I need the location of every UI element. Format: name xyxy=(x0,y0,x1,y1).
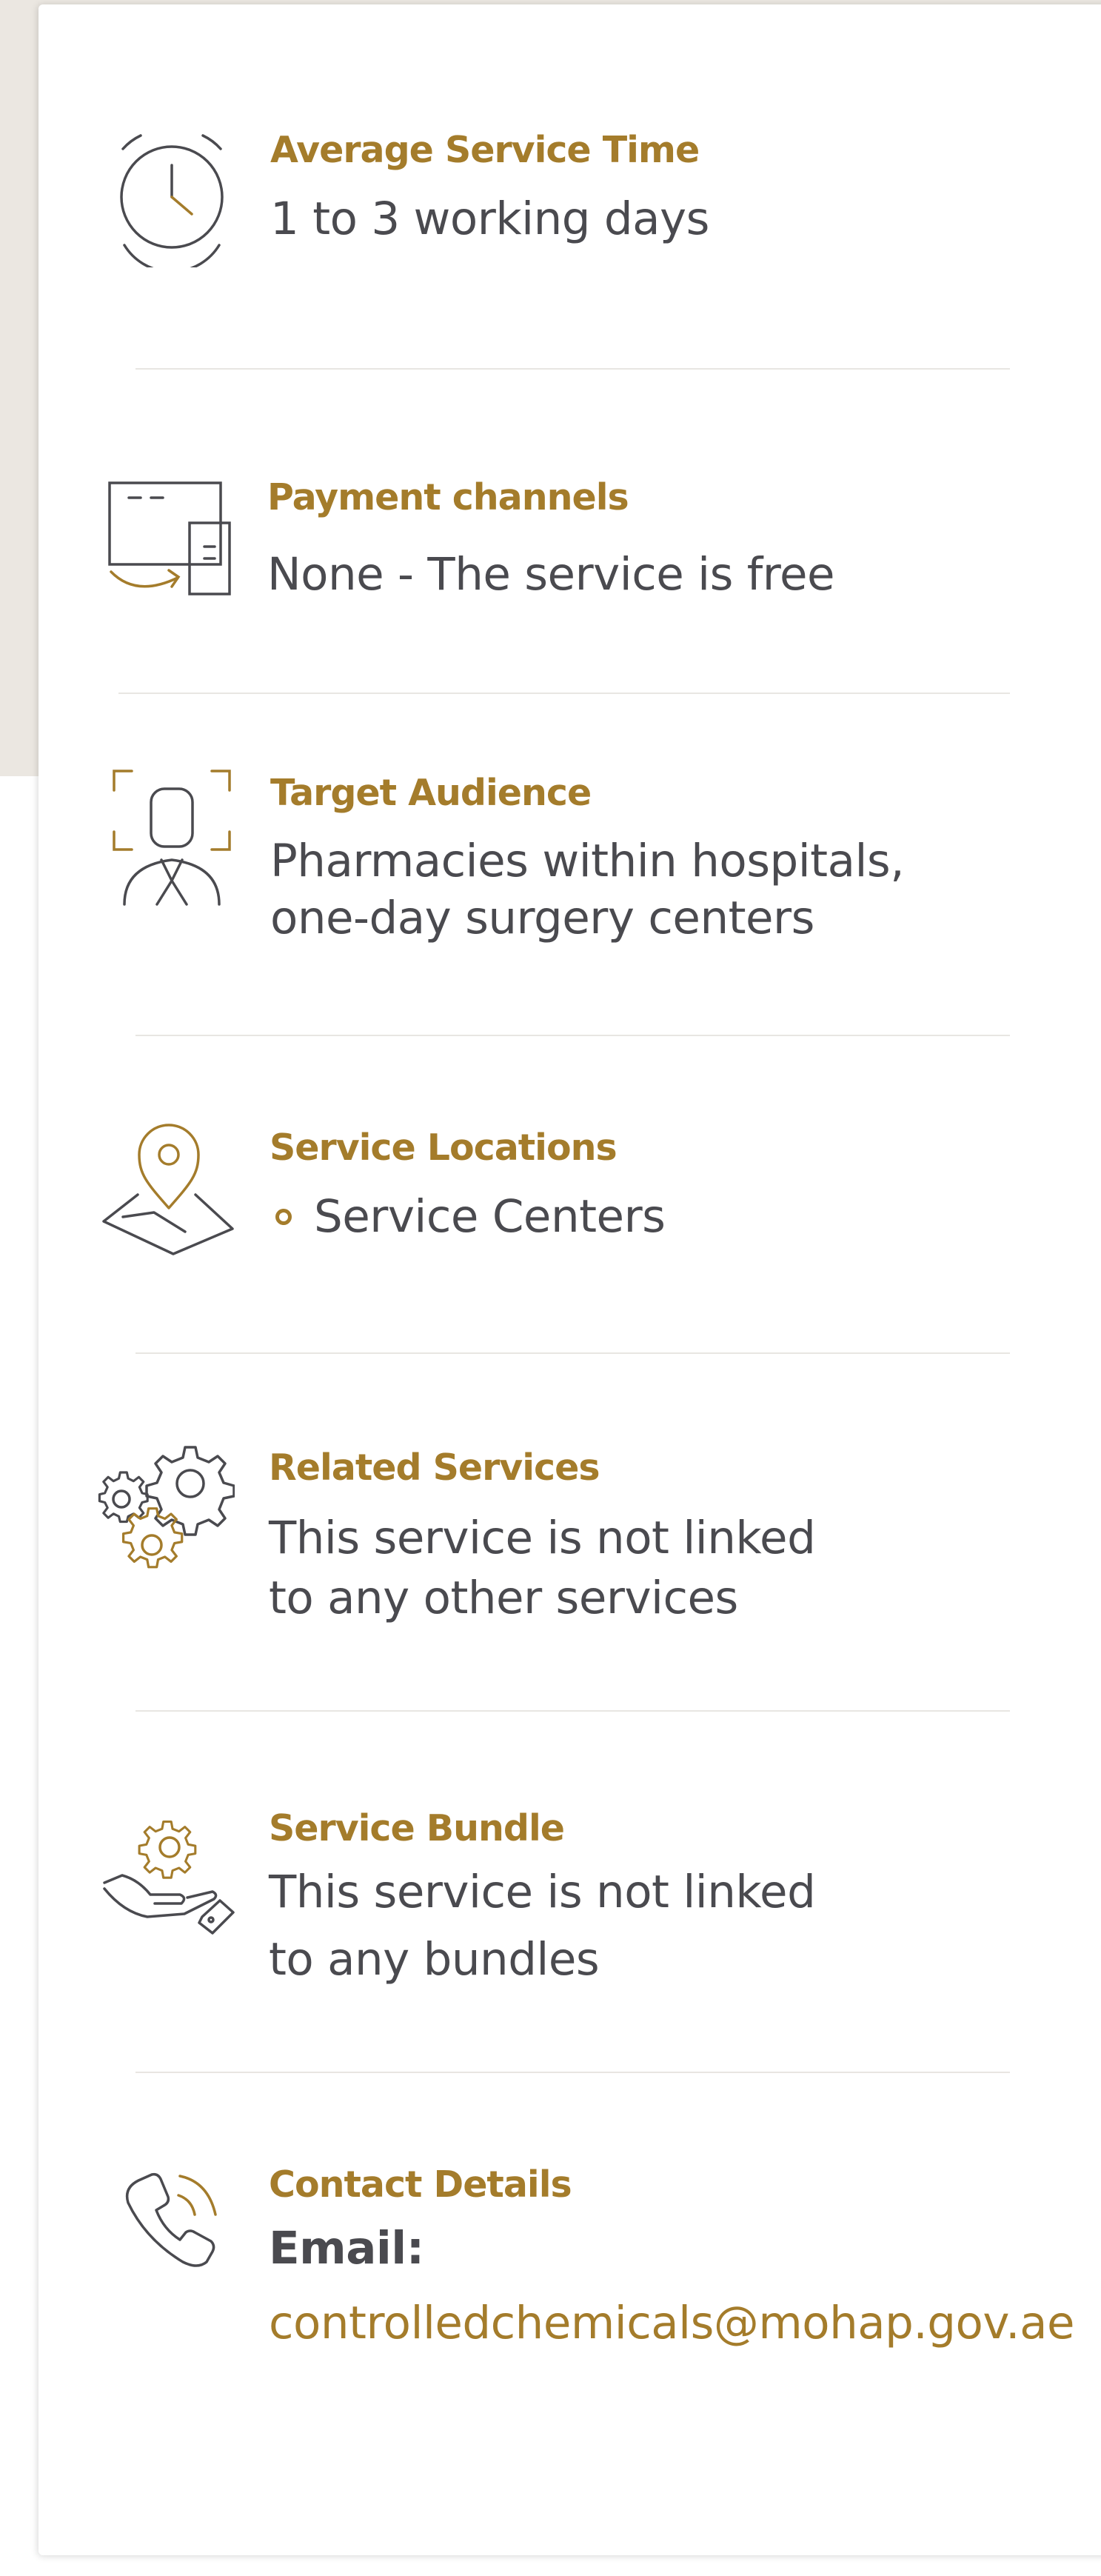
divider xyxy=(135,1710,1010,1712)
email-link[interactable]: controlledchemicals@mohap.gov.ae xyxy=(269,2294,1075,2353)
divider xyxy=(135,368,1010,370)
map-pin-icon xyxy=(102,1121,235,1255)
bullet-icon xyxy=(275,1209,292,1225)
service-info-card: Average Service Time 1 to 3 working days… xyxy=(39,4,1101,2555)
gears-icon xyxy=(98,1441,235,1578)
related-services-value-line-1: This service is not linked xyxy=(269,1512,816,1564)
average-service-time-value: 1 to 3 working days xyxy=(270,193,709,245)
service-bundle-label: Service Bundle xyxy=(269,1807,565,1849)
payment-devices-icon xyxy=(107,476,232,601)
person-focus-icon xyxy=(113,770,231,907)
email-label: Email: xyxy=(269,2222,424,2275)
payment-channels-value: None - The service is free xyxy=(267,548,835,601)
phone-icon xyxy=(116,2158,227,2269)
location-item: Service Centers xyxy=(275,1187,666,1247)
hand-gear-icon xyxy=(101,1818,238,1940)
divider xyxy=(135,1035,1010,1036)
divider xyxy=(135,1352,1010,1354)
contact-details-label: Contact Details xyxy=(269,2163,572,2206)
divider xyxy=(135,2072,1010,2073)
average-service-time-label: Average Service Time xyxy=(270,129,700,171)
related-services-label: Related Services xyxy=(269,1447,600,1489)
location-item-label: Service Centers xyxy=(314,1190,666,1243)
target-audience-value-line-2: one-day surgery centers xyxy=(270,892,814,944)
divider xyxy=(118,693,1010,694)
target-audience-label: Target Audience xyxy=(270,772,592,814)
payment-channels-label: Payment channels xyxy=(267,476,629,518)
service-bundle-value-line-2: to any bundles xyxy=(269,1933,600,1986)
related-services-value-line-2: to any other services xyxy=(269,1572,738,1624)
service-bundle-value-line-1: This service is not linked xyxy=(269,1866,816,1918)
service-locations-label: Service Locations xyxy=(270,1127,618,1169)
clock-icon xyxy=(113,127,231,267)
target-audience-value-line-1: Pharmacies within hospitals, xyxy=(270,835,905,887)
